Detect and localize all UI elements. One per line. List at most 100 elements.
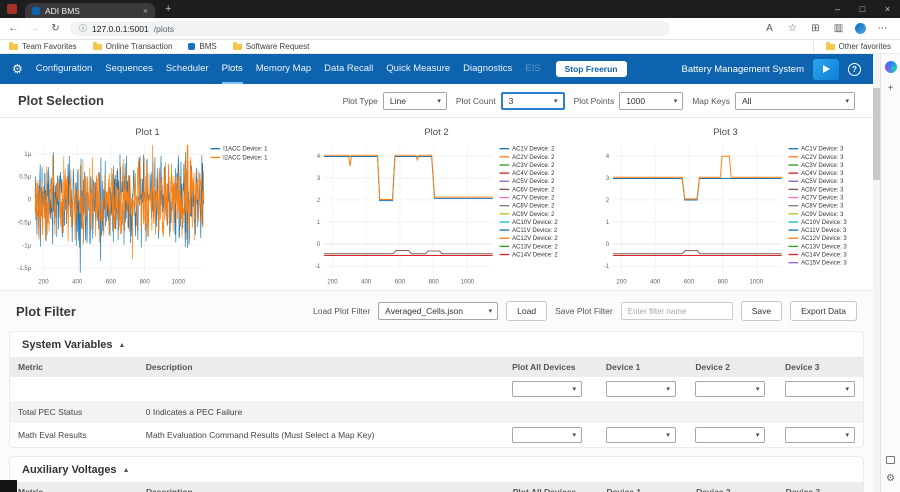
run-play-button[interactable] bbox=[813, 58, 839, 80]
table-row: ▾ ▾ ▾ ▾ bbox=[10, 377, 863, 401]
device-1-select[interactable]: ▾ bbox=[605, 427, 676, 444]
plot-filter-region: Plot Filter Load Plot Filter Averaged_Ce… bbox=[0, 291, 873, 492]
maximize-button[interactable]: □ bbox=[850, 0, 875, 18]
address-bar[interactable]: ⓘ 127.0.0.1:5001/plots bbox=[70, 21, 670, 36]
read-aloud-icon[interactable]: A bbox=[763, 23, 776, 34]
load-filter-select[interactable]: Averaged_Cells.json ▾ bbox=[378, 302, 499, 321]
other-favorites[interactable]: Other favorites bbox=[812, 40, 891, 53]
nav-item-plots[interactable]: Plots bbox=[221, 54, 243, 84]
tab-title: ADI BMS bbox=[45, 5, 80, 16]
svg-text:AC15V Device: 3: AC15V Device: 3 bbox=[801, 261, 847, 267]
save-button[interactable]: Save bbox=[740, 301, 783, 322]
plot-type-select[interactable]: Line ▾ bbox=[382, 91, 447, 110]
device-2-select[interactable]: ▾ bbox=[695, 427, 766, 444]
chevron-down-icon: ▾ bbox=[755, 432, 760, 440]
chevron-down-icon: ▾ bbox=[437, 97, 441, 105]
chevron-down-icon: ▾ bbox=[673, 97, 678, 105]
col-device-3: Device 3 bbox=[777, 482, 863, 492]
plot-points-select[interactable]: 1000 ▾ bbox=[619, 91, 684, 110]
page-info-icon[interactable]: ⓘ bbox=[79, 23, 87, 34]
chevron-down-icon: ▾ bbox=[666, 432, 670, 440]
svg-text:AC12V Device: 2: AC12V Device: 2 bbox=[512, 236, 558, 242]
app-nav-bar: ⚙ Configuration Sequences Scheduler Plot… bbox=[0, 54, 873, 84]
plot-count-select[interactable]: 3 ▾ bbox=[500, 91, 565, 110]
profile-avatar[interactable] bbox=[855, 23, 866, 34]
nav-item-sequences[interactable]: Sequences bbox=[105, 54, 153, 84]
nav-item-configuration[interactable]: Configuration bbox=[36, 54, 93, 84]
chevron-down-icon: ▾ bbox=[755, 386, 760, 394]
collections-icon[interactable]: ⊞ bbox=[809, 23, 822, 34]
plot-all-devices-select[interactable]: ▾ bbox=[512, 427, 583, 444]
svg-text:1: 1 bbox=[317, 219, 321, 226]
svg-text:800: 800 bbox=[718, 278, 729, 285]
help-icon[interactable]: ? bbox=[848, 62, 861, 76]
refresh-icon[interactable]: ↻ bbox=[49, 23, 62, 34]
nav-item-data-recall[interactable]: Data Recall bbox=[324, 54, 373, 84]
section-header-auxiliary-voltages[interactable]: Auxiliary Voltages ▲ bbox=[10, 457, 863, 482]
col-device-2: Device 2 bbox=[687, 357, 777, 378]
page-scrollbar[interactable] bbox=[873, 54, 880, 492]
tab-close-icon[interactable]: × bbox=[143, 6, 148, 16]
favorite-item[interactable]: BMS bbox=[188, 42, 217, 51]
svg-text:4: 4 bbox=[317, 153, 321, 160]
favorite-item[interactable]: Online Transaction bbox=[92, 41, 172, 51]
map-keys-select[interactable]: All ▾ bbox=[735, 91, 855, 110]
svg-text:400: 400 bbox=[361, 278, 372, 285]
svg-text:AC2V Device: 3: AC2V Device: 3 bbox=[801, 155, 844, 161]
plot-chart[interactable]: 200 400 600 800 1000 4 3 2 1 0 -1 AC1V Device: 3 AC2… bbox=[584, 139, 867, 288]
col-plot-all-devices: Plot All Devices bbox=[504, 482, 599, 492]
settings-gear-icon[interactable]: ⚙ bbox=[12, 62, 23, 76]
device-3-select[interactable]: ▾ bbox=[784, 427, 855, 444]
svg-text:AC3V Device: 2: AC3V Device: 2 bbox=[512, 163, 555, 169]
svg-text:AC4V Device: 3: AC4V Device: 3 bbox=[801, 171, 844, 177]
back-icon[interactable]: ← bbox=[7, 23, 20, 34]
device-3-select[interactable]: ▾ bbox=[784, 381, 855, 398]
svg-text:600: 600 bbox=[395, 278, 406, 285]
sidebar-add-icon[interactable]: + bbox=[888, 84, 894, 94]
svg-text:600: 600 bbox=[106, 278, 117, 285]
forward-icon[interactable]: → bbox=[28, 23, 41, 34]
stop-freerun-button[interactable]: Stop Freerun bbox=[555, 61, 627, 77]
section-header-system-variables[interactable]: System Variables ▲ bbox=[10, 332, 863, 357]
system-variables-section: System Variables ▲ Metric Description Pl… bbox=[10, 332, 863, 448]
browser-tab[interactable]: ADI BMS × bbox=[25, 3, 155, 18]
col-plot-all-devices: Plot All Devices bbox=[504, 357, 598, 378]
filter-name-input[interactable] bbox=[620, 302, 733, 321]
load-button[interactable]: Load bbox=[506, 301, 548, 322]
close-button[interactable]: × bbox=[875, 0, 900, 18]
more-menu-icon[interactable]: ⋯ bbox=[876, 23, 889, 34]
screenshot-icon[interactable] bbox=[886, 456, 895, 464]
minimize-button[interactable]: – bbox=[825, 0, 850, 18]
svg-text:1000: 1000 bbox=[172, 278, 186, 285]
favorite-star-icon[interactable]: ☆ bbox=[786, 23, 799, 34]
favorite-item[interactable]: Team Favorites bbox=[9, 41, 77, 51]
export-data-button[interactable]: Export Data bbox=[790, 301, 857, 322]
svg-text:4: 4 bbox=[606, 153, 610, 160]
nav-item-memory-map[interactable]: Memory Map bbox=[256, 54, 311, 84]
scrollbar-thumb[interactable] bbox=[873, 88, 880, 180]
auxiliary-voltages-section: Auxiliary Voltages ▲ Metric Description … bbox=[10, 457, 863, 492]
svg-text:AC13V Device: 2: AC13V Device: 2 bbox=[512, 244, 558, 250]
plot-chart[interactable]: 200 400 600 800 1000 4 3 2 1 0 -1 AC1V Device: 2 AC2… bbox=[295, 139, 578, 288]
table-header-row: Metric Description Plot All Devices Devi… bbox=[10, 357, 863, 378]
favorite-item[interactable]: Software Request bbox=[232, 41, 309, 51]
svg-text:400: 400 bbox=[72, 278, 83, 285]
plot-chart[interactable]: 200 400 600 800 1000 1µ 0.5µ 0 -0.5µ -1µ -1.5µ I1AC… bbox=[6, 139, 289, 288]
svg-text:I2ACC Device: 1: I2ACC Device: 1 bbox=[223, 155, 268, 161]
nav-item-quick-measure[interactable]: Quick Measure bbox=[386, 54, 450, 84]
device-2-select[interactable]: ▾ bbox=[695, 381, 766, 398]
chevron-down-icon: ▾ bbox=[666, 386, 670, 394]
plot-points-label: Plot Points bbox=[573, 95, 615, 106]
nav-item-diagnostics[interactable]: Diagnostics bbox=[463, 54, 512, 84]
new-tab-button[interactable]: + bbox=[165, 3, 171, 15]
split-screen-icon[interactable]: ▥ bbox=[832, 23, 845, 34]
nav-item-scheduler[interactable]: Scheduler bbox=[166, 54, 209, 84]
plot-all-devices-select[interactable]: ▾ bbox=[512, 381, 583, 398]
svg-text:AC9V Device: 3: AC9V Device: 3 bbox=[801, 212, 844, 218]
site-favicon-icon bbox=[188, 43, 196, 50]
nav-item-dimmed: EIS bbox=[525, 63, 541, 74]
device-1-select[interactable]: ▾ bbox=[605, 381, 676, 398]
section-title: Auxiliary Voltages bbox=[22, 464, 117, 477]
sidebar-settings-gear-icon[interactable]: ⚙ bbox=[886, 474, 895, 484]
copilot-icon[interactable] bbox=[884, 61, 897, 73]
